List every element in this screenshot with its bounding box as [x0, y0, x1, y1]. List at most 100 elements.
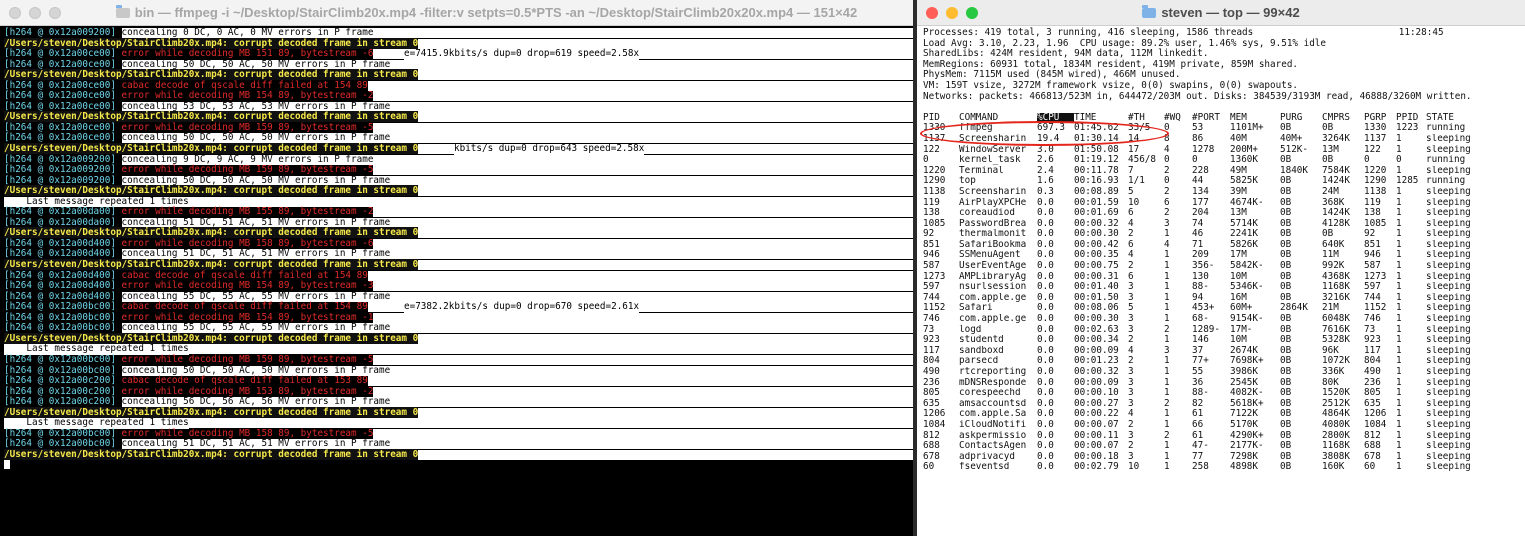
top-window-titlebar[interactable]: steven — top — 99×42: [917, 0, 1525, 26]
process-cell: 1085: [1364, 218, 1387, 229]
line-fill: [373, 312, 913, 323]
process-cell: 00:00.18: [1074, 451, 1119, 462]
process-cell: top: [959, 176, 976, 187]
process-cell: 4: [1128, 218, 1134, 229]
ffmpeg-line-prefix: [h264 @ 0x12a00ce00]: [4, 58, 122, 70]
line-fill: [373, 122, 913, 133]
process-cell: 368K: [1322, 197, 1345, 208]
process-cell: 228: [1192, 165, 1209, 176]
process-cell: 7616K: [1322, 324, 1350, 335]
line-fill: [367, 376, 913, 387]
line-fill: [373, 91, 913, 102]
process-cell: 0B: [1280, 409, 1292, 420]
column-header: PID: [923, 112, 940, 123]
process-cell: 1: [1396, 186, 1402, 197]
process-cell: 1.6: [1037, 176, 1054, 187]
process-cell: 4290K+: [1230, 430, 1264, 441]
process-cell: sleeping: [1426, 303, 1471, 314]
ffmpeg-output[interactable]: [h264 @ 0x12a009200] concealing 0 DC, 0 …: [0, 26, 913, 473]
ffmpeg-line-text: error while decoding MB 151 89, bytestre…: [121, 48, 374, 60]
process-cell: 992K: [1322, 261, 1345, 272]
process-cell: 00:00.35: [1074, 250, 1119, 261]
process-cell: SSMenuAgent: [959, 250, 1021, 261]
ffmpeg-line-text: concealing 55 DC, 55 AC, 55 MV errors in…: [121, 322, 391, 334]
ffmpeg-line-prefix: [h264 @ 0x12a00c200]: [4, 375, 122, 387]
process-cell: 1: [1396, 133, 1402, 144]
ffmpeg-line-prefix: [h264 @ 0x12a00bc00]: [4, 353, 122, 365]
process-cell: 88-: [1192, 282, 1209, 293]
process-cell: WindowServer: [959, 144, 1027, 155]
process-row: 1085 PasswordBrea 0.0 00:00.32 4 3 74 5714K 0B 41…: [923, 219, 1519, 230]
process-row: 0 kernel_task 2.6 01:19.12 456/8 0 0 1360K 0B 0B 0…: [923, 155, 1519, 166]
ffmpeg-line-prefix: [h264 @ 0x12a00bc00]: [4, 311, 122, 323]
process-cell: 4128K: [1322, 218, 1350, 229]
process-cell: 00:08.89: [1074, 186, 1119, 197]
prompt-line[interactable]: [4, 460, 909, 471]
line-fill: [418, 407, 913, 418]
process-cell: 60M+: [1230, 303, 1253, 314]
ffmpeg-line-text: error while decoding MB 159 89, bytestre…: [121, 353, 374, 365]
process-cell: 200M+: [1230, 144, 1258, 155]
process-cell: 0B: [1280, 282, 1292, 293]
process-cell: 0.0: [1037, 271, 1054, 282]
ffmpeg-line-text: cabac decode of qscale diff failed at 15…: [121, 79, 368, 91]
process-cell: 1330: [923, 123, 946, 134]
process-cell: 00:01.40: [1074, 282, 1119, 293]
ffmpeg-line-prefix: [h264 @ 0x12a00ce00]: [4, 100, 122, 112]
process-row: 851 SafariBookma 0.0 00:00.42 6 4 71 5826K 0B 640…: [923, 240, 1519, 251]
process-cell: 1: [1396, 441, 1402, 452]
process-cell: 0B: [1280, 229, 1292, 240]
process-cell: 1: [1164, 250, 1170, 261]
process-cell: 1206: [1364, 409, 1387, 420]
process-cell: 456/8: [1128, 155, 1156, 166]
process-cell: 00:00.07: [1074, 419, 1119, 430]
process-cell: Screensharin: [959, 133, 1027, 144]
top-terminal-window[interactable]: steven — top — 99×42 Processes: 419 tota…: [917, 0, 1525, 536]
summary-line: Networks: packets: 466813/523M in, 64447…: [923, 90, 1472, 102]
progress-stats: e=7382.2kbits/s dup=0 drop=670 speed=2.6…: [404, 301, 640, 313]
process-cell: 2.4: [1037, 165, 1054, 176]
process-cell: 00:01.50: [1074, 292, 1119, 303]
progress-stats: kbits/s dup=0 drop=643 speed=2.58x: [454, 143, 645, 155]
process-cell: 1424K: [1322, 176, 1350, 187]
ffmpeg-terminal-window[interactable]: bin — ffmpeg -i ~/Desktop/StairClimb20x.…: [0, 0, 913, 536]
process-cell: 1: [1164, 409, 1170, 420]
process-cell: 1285: [1396, 176, 1419, 187]
ffmpeg-line: /Users/steven/Desktop/StairClimb20x.mp4:…: [4, 448, 913, 461]
process-cell: 00:02.63: [1074, 324, 1119, 335]
process-cell: 24M: [1322, 186, 1339, 197]
process-cell: 40M: [1230, 133, 1247, 144]
process-cell: logd: [959, 324, 982, 335]
ffmpeg-line-prefix: [h264 @ 0x12a00c200]: [4, 385, 122, 397]
ffmpeg-line-text: /Users/steven/Desktop/StairClimb20x.mp4:…: [4, 143, 419, 155]
process-cell: 00:00.09: [1074, 377, 1119, 388]
process-cell: 1: [1396, 303, 1402, 314]
process-cell: 39M: [1230, 186, 1247, 197]
process-cell: 697.3: [1037, 123, 1065, 134]
process-cell: 0B: [1280, 155, 1292, 166]
ffmpeg-line-text: concealing 55 DC, 55 AC, 55 MV errors in…: [121, 290, 391, 302]
ffmpeg-line-text: Last message repeated 1 times: [4, 195, 189, 207]
process-cell: 490: [1364, 367, 1381, 377]
top-output[interactable]: Processes: 419 total, 3 running, 416 sle…: [917, 26, 1525, 475]
line-fill: [373, 354, 913, 365]
process-cell: 0B: [1280, 197, 1292, 208]
process-cell: 0.0: [1037, 409, 1054, 420]
process-cell: 0.0: [1037, 356, 1054, 367]
process-cell: 0.0: [1037, 441, 1054, 452]
process-cell: 1206: [923, 409, 946, 420]
process-cell: 92: [923, 229, 935, 240]
process-cell: 1138: [1364, 186, 1387, 197]
process-cell: 5714K: [1230, 218, 1258, 229]
process-cell: sleeping: [1426, 377, 1471, 388]
process-cell: 21M: [1322, 303, 1339, 314]
process-cell: 946: [923, 250, 940, 261]
process-cell: sleeping: [1426, 218, 1471, 229]
process-cell: sleeping: [1426, 144, 1471, 155]
ffmpeg-window-titlebar[interactable]: bin — ffmpeg -i ~/Desktop/StairClimb20x.…: [0, 0, 913, 26]
process-cell: 1152: [923, 303, 946, 314]
process-cell: 2: [1164, 398, 1170, 409]
line-fill: [390, 133, 913, 144]
process-cell: 0: [1192, 155, 1198, 166]
